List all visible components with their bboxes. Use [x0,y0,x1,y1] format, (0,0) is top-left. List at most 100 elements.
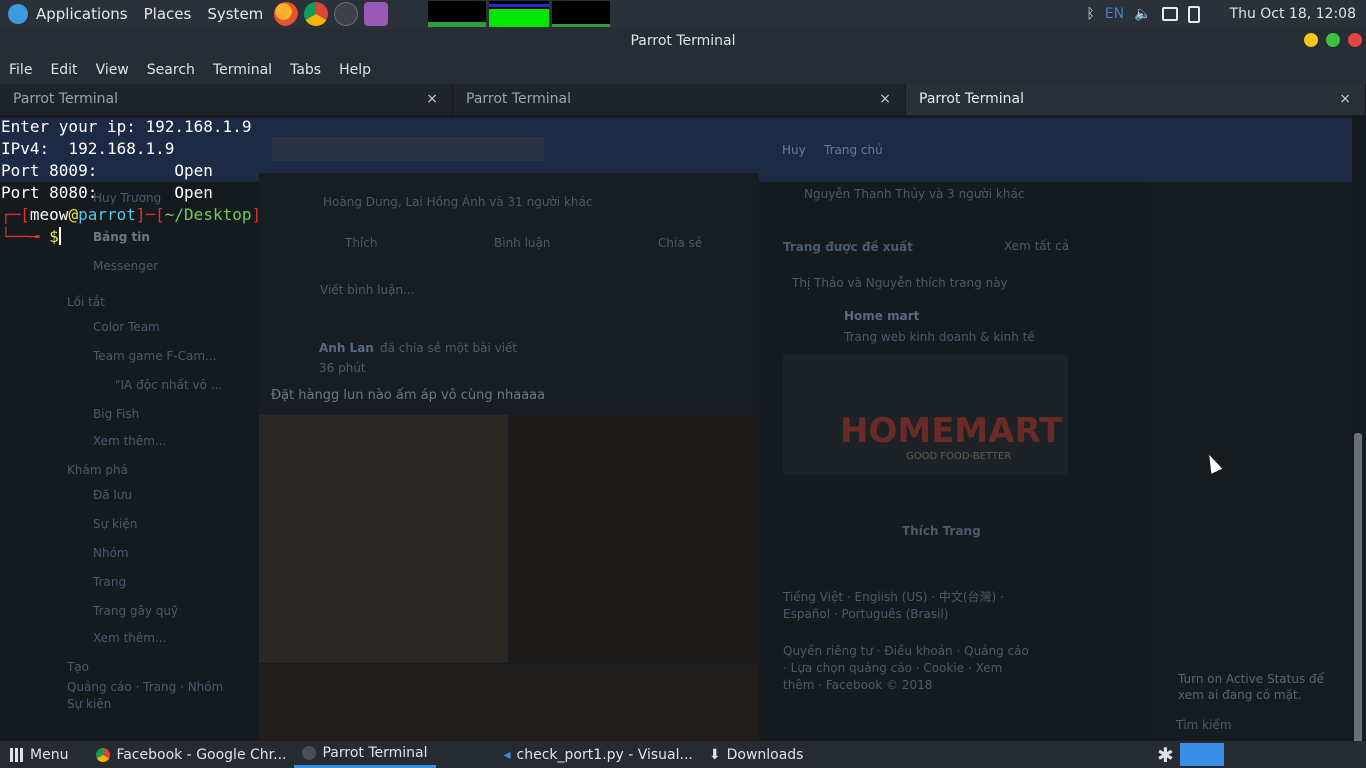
prompt-corner-top: ┌─[ [1,205,30,224]
tab-2[interactable]: Parrot Terminal × [453,84,906,115]
network-monitor-graph [552,1,610,27]
tab-close-icon[interactable]: × [1339,84,1351,115]
terminal-line: IPv4: 192.168.1.9 [1,139,175,158]
tab-label: Parrot Terminal [919,91,1025,107]
fb-suggested-page: Home mart [844,309,920,323]
fb-see-all-link: Xem tất cả [1004,239,1070,253]
fb-search-bar [272,137,544,161]
menu-label: Menu [30,746,69,763]
keyboard-layout-indicator[interactable]: EN [1105,6,1124,22]
taskbar-item-chrome[interactable]: Facebook - Google Chr... [88,741,294,768]
grid-icon [10,747,24,762]
fb-comment-input: Viết bình luận... [320,283,415,297]
tab-close-icon[interactable]: × [879,84,891,115]
start-menu-button[interactable]: Menu [0,741,76,768]
fb-share-button: Chia sẻ [658,236,703,250]
vscode-icon: ◂ [503,746,511,763]
fb-left-item: Trang gây quỹ [93,604,179,618]
fb-left-item: Big Fish [93,407,140,421]
prompt-corner-bottom: └──╼ [1,227,50,246]
tab-1[interactable]: Parrot Terminal × [0,84,453,115]
fb-like-page-button: Thích Trang [902,524,981,538]
fb-suggested-sub: Thị Thảo và Nguyễn thích trang này [792,276,1008,290]
fb-nav-huy: Huy [782,143,806,157]
fb-comment-button: Bình luận [494,236,551,250]
bottom-taskbar: Menu Facebook - Google Chr... Parrot Ter… [0,741,1366,768]
taskbar-item-downloads[interactable]: ⬇ Downloads [701,741,812,768]
fb-left-item: Quảng cáo · Trang · Nhóm [67,680,224,694]
maximize-button[interactable] [1326,33,1340,47]
terminal-icon [302,746,317,760]
clock[interactable]: Thu Oct 18, 12:08 [1230,6,1356,22]
asterisk-icon[interactable]: ✱ [1157,743,1174,767]
tab-3[interactable]: Parrot Terminal × [906,84,1366,115]
taskbar-item-vscode[interactable]: ◂ check_port1.py - Visual... [496,741,701,768]
places-menu[interactable]: Places [136,5,200,23]
chrome-icon [96,747,111,762]
fb-homemart-logo: HOMEMART [840,411,1063,451]
system-tray: ᛒ EN 🔈 Thu Oct 18, 12:08 [1086,0,1366,28]
fb-like-button: Thích [345,236,378,250]
menu-search[interactable]: Search [138,62,204,78]
fb-nav-home: Trang chủ [824,143,883,157]
tab-close-icon[interactable]: × [426,84,438,115]
menu-terminal[interactable]: Terminal [204,62,281,78]
download-icon: ⬇ [708,746,721,763]
taskbar-item-label: Facebook - Google Chr... [116,746,287,763]
menu-tabs[interactable]: Tabs [281,62,330,78]
prompt-separator: ]─[ [135,205,165,224]
fb-post-author-action: đã chia sẻ một bài viết [380,341,518,355]
workspace-switcher[interactable] [1180,743,1224,766]
firefox-launcher-icon[interactable] [274,2,299,26]
menu-file[interactable]: File [0,62,41,78]
taskbar-item-label: check_port1.py - Visual... [516,746,693,763]
fb-chat-search: Tìm kiếm [1176,718,1232,732]
terminal-area[interactable]: Huy Trang chủ Huy Trương Bảng tin Messen… [0,115,1366,741]
terminal-scrollbar[interactable] [1354,433,1362,741]
terminal-launcher-icon[interactable] [334,2,359,26]
minimize-button[interactable] [1304,33,1318,47]
bluetooth-icon[interactable]: ᛒ [1086,6,1094,22]
battery-icon[interactable] [1187,5,1200,23]
terminal-output: Enter your ip: 192.168.1.9 IPv4: 192.168… [1,116,261,248]
terminal-line: Port 8080: Open [1,183,213,202]
window-title-bar[interactable]: Parrot Terminal [0,28,1366,55]
volume-icon[interactable]: 🔈 [1134,6,1151,22]
fb-left-item: Color Team [93,320,160,334]
menu-bar: File Edit View Search Terminal Tabs Help [0,55,1366,84]
parrot-logo-icon[interactable] [8,4,28,24]
terminal-line: Port 8009: Open [1,161,213,180]
fb-left-item: Nhóm [93,546,129,560]
taskbar-item-label: Parrot Terminal [322,745,428,761]
prompt-host: parrot [78,205,136,224]
applications-menu[interactable]: Applications [28,5,136,23]
menu-help[interactable]: Help [330,62,380,78]
memory-monitor-graph [489,1,549,27]
prompt-at: @ [68,205,79,224]
prompt-user: meow [29,205,69,224]
system-menu[interactable]: System [199,5,271,23]
fb-left-item: "IA độc nhất vô ... [115,378,223,392]
fb-footer-links: Quyền riêng tư · Điều khoản · Quảng cáo … [783,644,1029,692]
fb-post-image-3 [259,665,759,741]
prompt-dir: ~/Desktop [164,205,252,224]
fb-left-item: Messenger [93,259,159,273]
fb-post-time: 36 phút [319,361,366,375]
chrome-launcher-icon[interactable] [304,2,329,26]
display-icon[interactable] [1161,7,1178,21]
cpu-monitor-graph [428,1,486,27]
fb-left-item: Xem thêm... [93,434,167,448]
fb-chat-status: Turn on Active Status để xem ai đang có … [1178,672,1325,702]
taskbar-item-terminal[interactable]: Parrot Terminal [294,741,436,768]
fb-left-item: Lối tắt [67,295,105,309]
fb-suggested-title: Trang được đề xuất [783,240,913,254]
tab-label: Parrot Terminal [466,91,572,107]
menu-edit[interactable]: Edit [41,62,86,78]
fb-post-reactions: Hoàng Dung, Lai Hồng Ánh và 31 người khá… [323,195,593,209]
fb-left-item: Sự kiện [67,697,112,711]
text-editor-launcher-icon[interactable] [364,2,389,26]
fb-homemart-tagline: GOOD FOOD-BETTER [906,451,1012,462]
fb-post-image-1 [259,415,508,663]
menu-view[interactable]: View [87,62,138,78]
close-window-button[interactable] [1348,33,1362,47]
